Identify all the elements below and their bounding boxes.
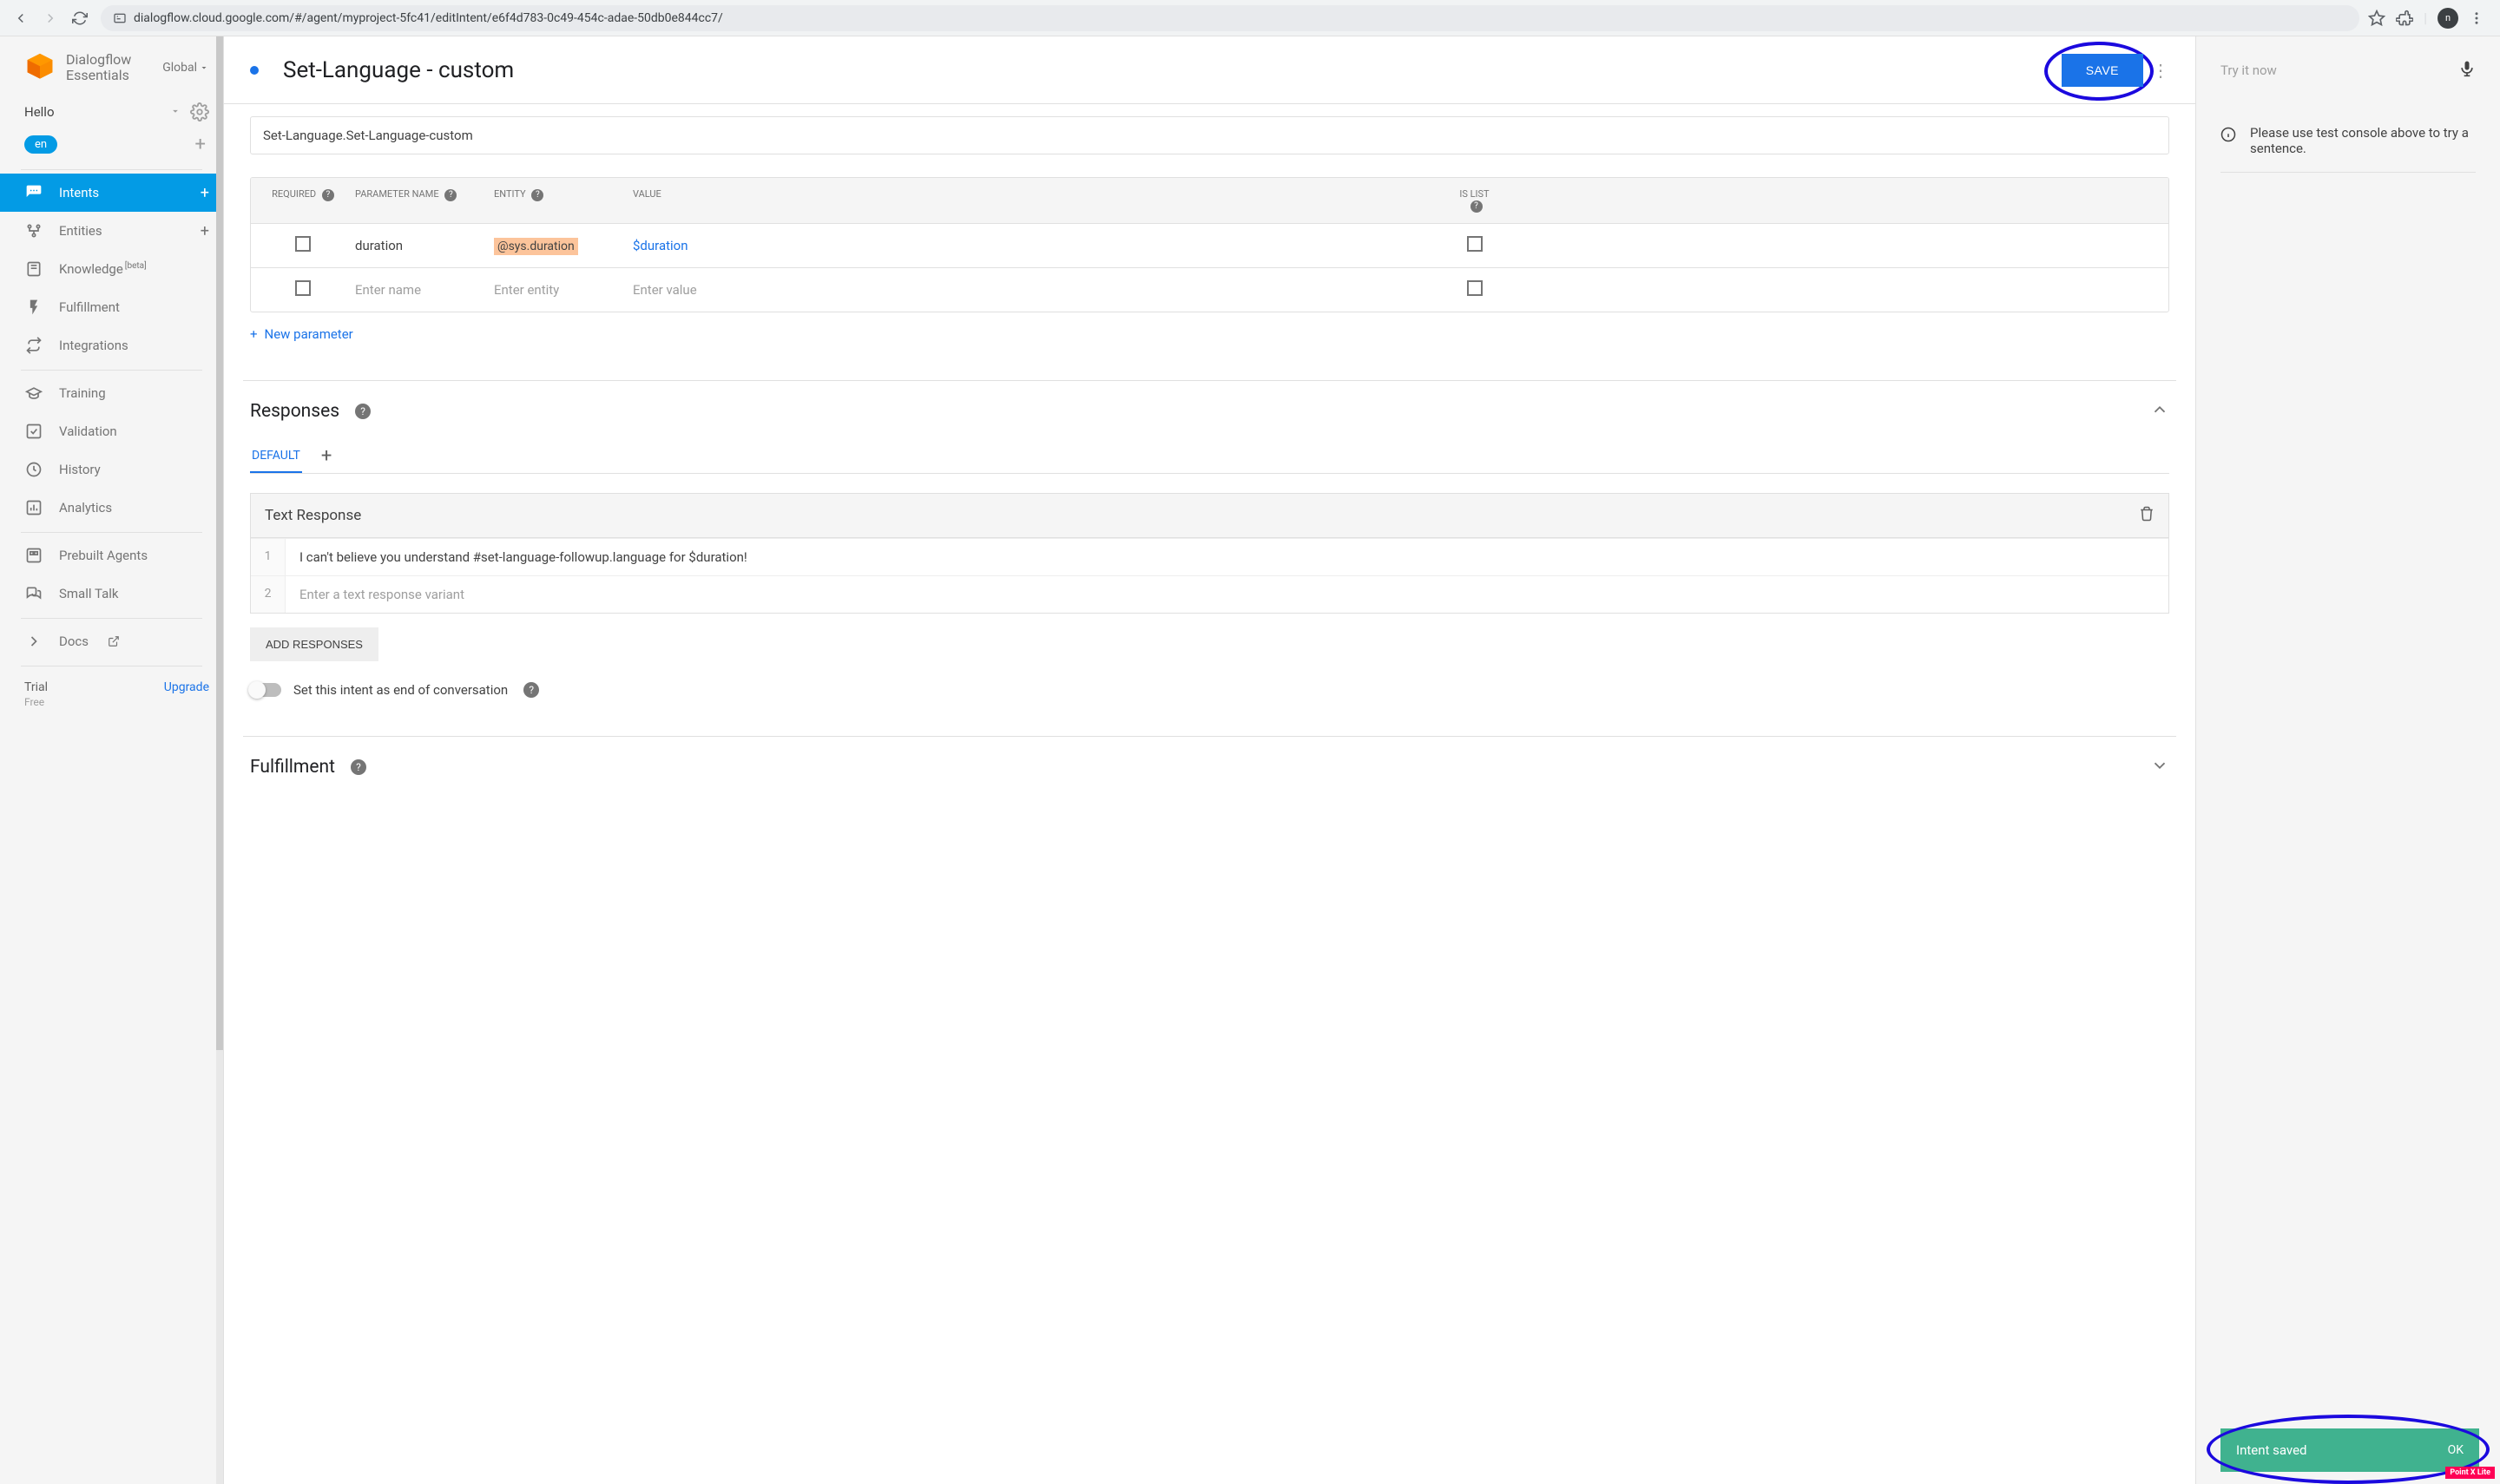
gear-icon[interactable] xyxy=(190,102,209,121)
extensions-icon[interactable] xyxy=(2396,10,2413,27)
context-input[interactable]: Set-Language.Set-Language-custom xyxy=(250,116,2169,154)
chrome-menu-icon[interactable] xyxy=(2469,10,2484,26)
islist-checkbox[interactable] xyxy=(1467,280,1483,296)
sidebar-item-smalltalk[interactable]: Small Talk xyxy=(0,575,223,613)
product-name: Dialogflow Essentials xyxy=(66,52,131,82)
history-icon xyxy=(24,460,43,479)
intent-header: Set-Language - custom SAVE ⋮ xyxy=(224,36,2195,104)
try-it-input[interactable]: Try it now xyxy=(2220,62,2450,78)
prebuilt-icon xyxy=(24,546,43,565)
browser-chrome-bar: dialogflow.cloud.google.com/#/agent/mypr… xyxy=(0,0,2500,36)
add-responses-button[interactable]: ADD RESPONSES xyxy=(250,627,378,661)
reload-button[interactable] xyxy=(68,6,92,30)
help-icon[interactable]: ? xyxy=(351,759,366,775)
add-language-button[interactable]: + xyxy=(195,134,209,155)
intents-icon xyxy=(24,183,43,202)
chevron-right-icon xyxy=(24,632,43,651)
help-icon[interactable]: ? xyxy=(523,682,539,698)
fulfillment-section-title: Fulfillment xyxy=(250,757,335,778)
tab-default[interactable]: DEFAULT xyxy=(250,440,302,473)
sidebar-item-integrations[interactable]: Integrations xyxy=(0,326,223,364)
back-button[interactable] xyxy=(9,6,33,30)
toast-ok-button[interactable]: OK xyxy=(2448,1443,2464,1457)
info-icon xyxy=(2220,127,2236,142)
smalltalk-icon xyxy=(24,584,43,603)
agent-name[interactable]: Hello xyxy=(24,104,161,120)
islist-checkbox[interactable] xyxy=(1467,236,1483,252)
sidebar-scrollbar[interactable] xyxy=(216,36,223,1484)
bookmark-star-icon[interactable] xyxy=(2368,10,2385,27)
sidebar-item-history[interactable]: History xyxy=(0,450,223,489)
more-menu-icon[interactable]: ⋮ xyxy=(2152,60,2169,81)
help-icon[interactable]: ? xyxy=(444,189,457,201)
sidebar-item-entities[interactable]: Entities + xyxy=(0,212,223,250)
sidebar-item-validation[interactable]: Validation xyxy=(0,412,223,450)
param-row[interactable]: duration @sys.duration $duration xyxy=(251,223,2168,267)
sidebar-item-docs[interactable]: Docs xyxy=(0,622,223,660)
knowledge-icon xyxy=(24,259,43,279)
try-it-panel: Try it now Please use test console above… xyxy=(2196,36,2500,1484)
trial-label: Trial xyxy=(24,680,48,694)
save-button[interactable]: SAVE xyxy=(2062,54,2143,87)
training-icon xyxy=(24,384,43,403)
agent-dropdown-icon[interactable] xyxy=(169,104,181,121)
sidebar: Dialogflow Essentials Global Hello en + … xyxy=(0,36,224,1484)
profile-avatar[interactable]: n xyxy=(2438,8,2458,29)
entities-icon xyxy=(24,221,43,240)
response-row[interactable]: 2 Enter a text response variant xyxy=(251,575,2168,613)
language-chip[interactable]: en xyxy=(24,135,57,154)
validation-icon xyxy=(24,422,43,441)
intent-title[interactable]: Set-Language - custom xyxy=(283,57,514,83)
new-parameter-button[interactable]: + New parameter xyxy=(250,326,353,342)
upgrade-link[interactable]: Upgrade xyxy=(164,680,209,694)
help-icon[interactable]: ? xyxy=(1470,200,1483,213)
microphone-icon[interactable] xyxy=(2458,60,2476,81)
forward-button[interactable] xyxy=(38,6,62,30)
sidebar-item-intents[interactable]: Intents + xyxy=(0,174,223,212)
fulfillment-icon xyxy=(24,298,43,317)
required-checkbox[interactable] xyxy=(295,236,311,252)
response-row[interactable]: 1 I can't believe you understand #set-la… xyxy=(251,538,2168,575)
site-info-icon[interactable] xyxy=(113,11,127,25)
collapse-icon[interactable] xyxy=(2150,400,2169,423)
help-icon[interactable]: ? xyxy=(355,404,371,419)
caret-down-icon xyxy=(199,62,209,73)
toast-notification: Intent saved OK xyxy=(2220,1428,2479,1472)
url-text: dialogflow.cloud.google.com/#/agent/mypr… xyxy=(134,11,723,25)
param-row-empty[interactable]: Enter name Enter entity Enter value xyxy=(251,267,2168,312)
sidebar-item-training[interactable]: Training xyxy=(0,374,223,412)
url-bar[interactable]: dialogflow.cloud.google.com/#/agent/mypr… xyxy=(101,5,2359,31)
expand-icon[interactable] xyxy=(2150,756,2169,778)
plus-icon: + xyxy=(250,326,258,342)
dialogflow-logo-icon xyxy=(24,52,56,83)
paintx-watermark: Point X Lite xyxy=(2445,1467,2495,1479)
required-checkbox[interactable] xyxy=(295,280,311,296)
add-entity-button[interactable]: + xyxy=(201,222,209,240)
analytics-icon xyxy=(24,498,43,517)
end-conversation-toggle[interactable] xyxy=(250,683,281,697)
responses-section-title: Responses xyxy=(250,401,339,422)
help-icon[interactable]: ? xyxy=(322,189,334,201)
sidebar-item-knowledge[interactable]: Knowledge[beta] xyxy=(0,250,223,288)
sidebar-item-analytics[interactable]: Analytics xyxy=(0,489,223,527)
help-icon[interactable]: ? xyxy=(531,189,543,201)
delete-response-icon[interactable] xyxy=(2139,506,2155,525)
entity-chip[interactable]: @sys.duration xyxy=(494,238,578,255)
status-dot xyxy=(250,66,259,75)
sidebar-item-prebuilt[interactable]: Prebuilt Agents xyxy=(0,536,223,575)
text-response-card: Text Response 1 I can't believe you unde… xyxy=(250,493,2169,614)
add-tab-button[interactable]: + xyxy=(321,445,332,467)
free-label: Free xyxy=(0,696,223,708)
external-link-icon xyxy=(108,635,120,647)
region-selector[interactable]: Global xyxy=(162,61,209,75)
integrations-icon xyxy=(24,336,43,355)
sidebar-item-fulfillment[interactable]: Fulfillment xyxy=(0,288,223,326)
add-intent-button[interactable]: + xyxy=(201,184,209,202)
parameters-table: REQUIRED ? PARAMETER NAME ? ENTITY ? VAL… xyxy=(250,177,2169,312)
